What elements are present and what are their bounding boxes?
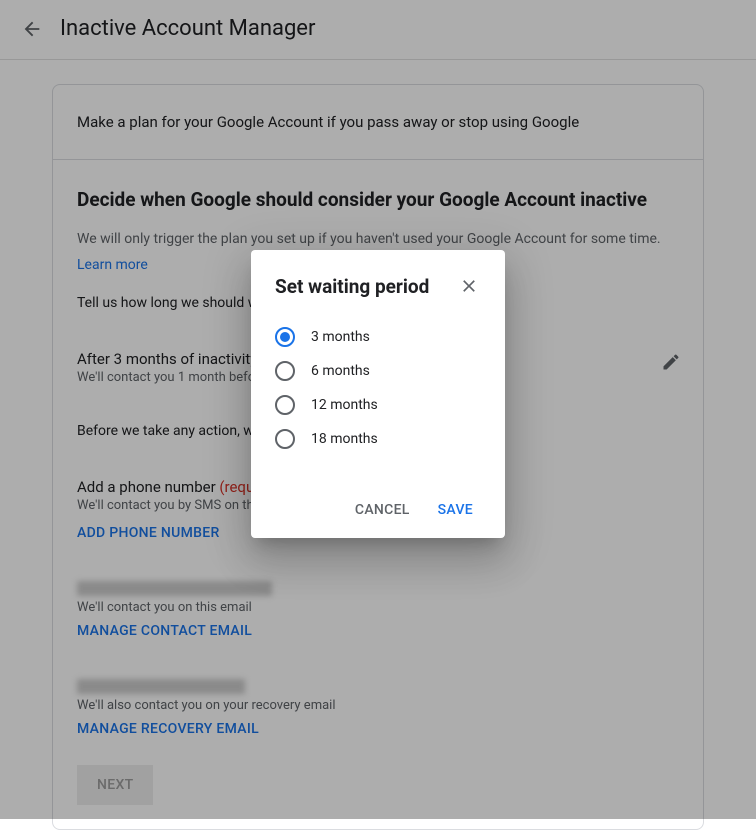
radio-label: 6 months bbox=[311, 363, 370, 379]
close-icon[interactable] bbox=[457, 274, 481, 298]
radio-label: 3 months bbox=[311, 329, 370, 345]
radio-option-2[interactable]: 12 months bbox=[275, 388, 481, 422]
save-button[interactable]: SAVE bbox=[430, 494, 481, 526]
waiting-period-dialog: Set waiting period 3 months 6 months 12 … bbox=[251, 250, 505, 538]
radio-group: 3 months 6 months 12 months 18 months bbox=[275, 320, 481, 456]
radio-option-1[interactable]: 6 months bbox=[275, 354, 481, 388]
cancel-button[interactable]: CANCEL bbox=[347, 494, 418, 526]
radio-label: 12 months bbox=[311, 397, 378, 413]
radio-option-3[interactable]: 18 months bbox=[275, 422, 481, 456]
radio-icon bbox=[275, 429, 295, 449]
radio-icon bbox=[275, 395, 295, 415]
radio-icon bbox=[275, 361, 295, 381]
radio-icon bbox=[275, 327, 295, 347]
radio-option-0[interactable]: 3 months bbox=[275, 320, 481, 354]
radio-label: 18 months bbox=[311, 431, 378, 447]
dialog-title: Set waiting period bbox=[275, 275, 429, 298]
